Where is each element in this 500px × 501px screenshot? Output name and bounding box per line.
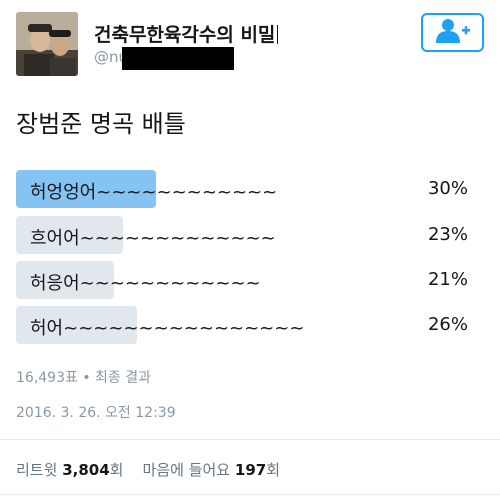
like-stat[interactable]: 마음에 들어요 197회 bbox=[143, 461, 280, 479]
add-user-icon bbox=[435, 18, 471, 48]
divider bbox=[0, 439, 500, 440]
poll-option-percent: 23% bbox=[427, 224, 468, 245]
poll-option: 흐어어~~~~~~~~~~~~~ 23% bbox=[16, 216, 484, 254]
tweet-timestamp[interactable]: 2016. 3. 26. 오전 12:39 bbox=[16, 402, 176, 422]
text-cursor bbox=[277, 25, 279, 44]
poll-vote-summary: 16,493표 • 최종 결과 bbox=[16, 370, 151, 386]
tweet-card: 건축무한육각수의 비밀 @nu 장범준 명곡 배틀 허엉엉어~~~~~~~~~~… bbox=[0, 0, 500, 501]
display-name[interactable]: 건축무한육각수의 비밀 bbox=[94, 20, 279, 47]
divider bbox=[0, 494, 500, 495]
redaction-box bbox=[122, 47, 234, 70]
poll-option-percent: 30% bbox=[427, 178, 468, 199]
poll-option: 허엉엉어~~~~~~~~~~~~ 30% bbox=[16, 170, 484, 208]
poll-option-label: 허어~~~~~~~~~~~~~~~~ bbox=[30, 318, 305, 339]
follow-button[interactable] bbox=[421, 13, 484, 52]
poll-option: 허어~~~~~~~~~~~~~~~~ 26% bbox=[16, 306, 484, 344]
poll-option: 허응어~~~~~~~~~~~~ 21% bbox=[16, 261, 484, 299]
poll-option-label: 허응어~~~~~~~~~~~~ bbox=[30, 273, 261, 294]
poll-option-percent: 26% bbox=[427, 314, 468, 335]
tweet-text: 장범준 명곡 배틀 bbox=[16, 110, 186, 138]
engagement-stats: 리트윗 3,804회 마음에 들어요 197회 bbox=[16, 459, 280, 480]
poll-option-percent: 21% bbox=[427, 269, 468, 290]
retweet-stat[interactable]: 리트윗 3,804회 bbox=[16, 461, 123, 479]
poll-option-label: 허엉엉어~~~~~~~~~~~~ bbox=[30, 182, 278, 203]
poll-option-label: 흐어어~~~~~~~~~~~~~ bbox=[30, 228, 276, 249]
avatar[interactable] bbox=[16, 12, 78, 76]
